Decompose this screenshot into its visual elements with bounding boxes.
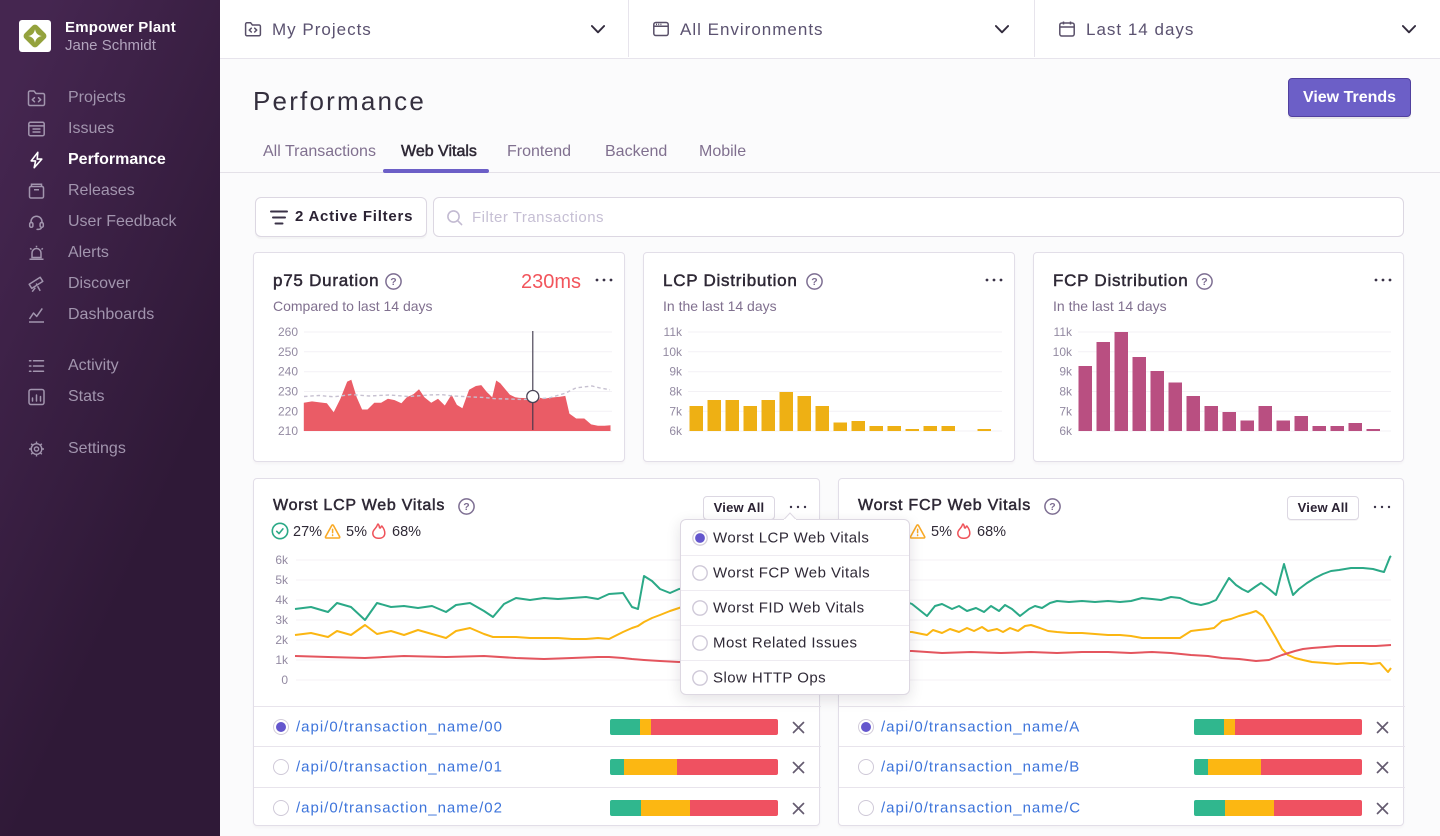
svg-text:7k: 7k (1059, 404, 1073, 418)
svg-text:250: 250 (278, 345, 298, 359)
svg-text:9k: 9k (1059, 365, 1073, 379)
svg-text:9k: 9k (669, 365, 683, 379)
svg-text:3k: 3k (275, 613, 289, 627)
svg-text:7k: 7k (669, 404, 683, 418)
svg-text:260: 260 (278, 325, 298, 339)
svg-text:6k: 6k (1059, 424, 1073, 438)
svg-text:11k: 11k (664, 325, 683, 339)
svg-text:5k: 5k (275, 573, 289, 587)
svg-text:2k: 2k (275, 633, 289, 647)
svg-text:240: 240 (278, 365, 298, 379)
svg-text:8k: 8k (669, 385, 683, 399)
svg-text:10k: 10k (663, 345, 683, 359)
svg-text:6k: 6k (275, 553, 289, 567)
svg-text:10k: 10k (1053, 345, 1073, 359)
svg-text:1k: 1k (275, 653, 289, 667)
svg-text:6k: 6k (669, 424, 683, 438)
svg-text:220: 220 (278, 404, 298, 418)
svg-text:8k: 8k (1059, 385, 1073, 399)
svg-text:4k: 4k (275, 593, 289, 607)
svg-text:210: 210 (278, 424, 298, 438)
svg-text:11k: 11k (1054, 325, 1073, 339)
svg-text:230: 230 (278, 385, 298, 399)
svg-text:0: 0 (281, 673, 288, 687)
